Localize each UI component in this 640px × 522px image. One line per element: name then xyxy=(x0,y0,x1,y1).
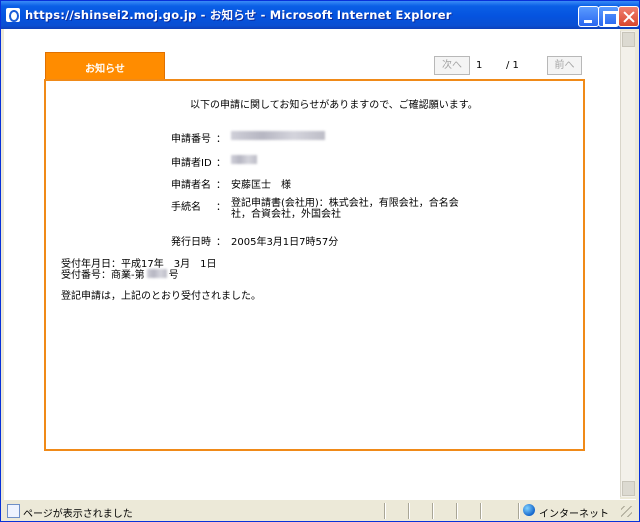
receipt-number-prefix: 受付番号：商業-第 xyxy=(61,270,145,281)
total-pages: / 1 xyxy=(506,60,519,71)
tab-notice-label: お知らせ xyxy=(85,64,125,75)
procedure-name-value: 登記申請書(会社用)：株式会社，有限会社，合名会社，合資会社，外国会社 xyxy=(231,198,459,220)
redacted-application-number xyxy=(231,131,325,140)
scroll-up-arrow-icon[interactable] xyxy=(622,32,635,47)
maximize-button[interactable] xyxy=(598,6,619,27)
notice-panel: 以下の申請に関してお知らせがありますので、ご確認願います。 申請番号 ： 申請者… xyxy=(44,79,585,451)
applicant-id-value xyxy=(231,155,257,167)
status-divider xyxy=(432,503,434,519)
next-button[interactable]: 次へ xyxy=(434,56,470,75)
internet-globe-icon xyxy=(523,504,535,516)
current-page: 1 xyxy=(476,60,483,71)
issue-datetime-label: 発行日時 xyxy=(171,237,211,248)
close-button[interactable] xyxy=(618,6,639,27)
status-divider xyxy=(456,503,458,519)
tab-notice[interactable]: お知らせ xyxy=(45,52,165,80)
status-divider xyxy=(408,503,410,519)
redacted-receipt-number xyxy=(146,269,167,278)
procedure-name-colon: ： xyxy=(216,202,226,213)
application-number-label: 申請番号 xyxy=(171,134,211,145)
status-divider xyxy=(518,503,520,519)
title-bar[interactable]: https://shinsei2.moj.go.jp - お知らせ - Micr… xyxy=(1,1,639,29)
resize-grip-icon[interactable] xyxy=(621,506,632,517)
minimize-button[interactable] xyxy=(578,6,599,27)
vertical-scrollbar[interactable] xyxy=(620,31,635,497)
applicant-id-colon: ： xyxy=(216,158,226,169)
scroll-down-arrow-icon[interactable] xyxy=(622,481,635,496)
applicant-name-label: 申請者名 xyxy=(171,180,211,191)
receipt-number-suffix: 号 xyxy=(168,270,179,281)
issue-datetime-colon: ： xyxy=(216,237,226,248)
page-done-icon xyxy=(7,504,20,518)
status-divider xyxy=(384,503,386,519)
receipt-number: 受付番号：商業-第 号 xyxy=(61,266,179,281)
receipt-message: 登記申請は，上記のとおり受付されました。 xyxy=(61,291,261,302)
prev-button[interactable]: 前へ xyxy=(547,56,582,75)
applicant-name-colon: ： xyxy=(216,180,226,191)
ie-icon xyxy=(6,8,20,22)
application-number-colon: ： xyxy=(216,134,226,145)
window-title: https://shinsei2.moj.go.jp - お知らせ - Micr… xyxy=(25,8,452,22)
notice-intro: 以下の申請に関してお知らせがありますので、ご確認願います。 xyxy=(190,100,478,111)
status-divider xyxy=(480,503,482,519)
applicant-id-label: 申請者ID xyxy=(171,158,212,169)
status-text: ページが表示されました xyxy=(23,509,133,520)
application-number-value xyxy=(231,131,325,143)
browser-window: https://shinsei2.moj.go.jp - お知らせ - Micr… xyxy=(0,0,640,522)
applicant-name-value: 安藤匡士 様 xyxy=(231,180,291,191)
issue-datetime-value: 2005年3月1日7時57分 xyxy=(231,237,339,248)
security-zone-label: インターネット xyxy=(539,509,609,520)
procedure-name-label: 手続名 xyxy=(171,202,201,213)
redacted-applicant-id xyxy=(231,155,257,164)
status-bar: ページが表示されました インターネット xyxy=(4,499,636,521)
